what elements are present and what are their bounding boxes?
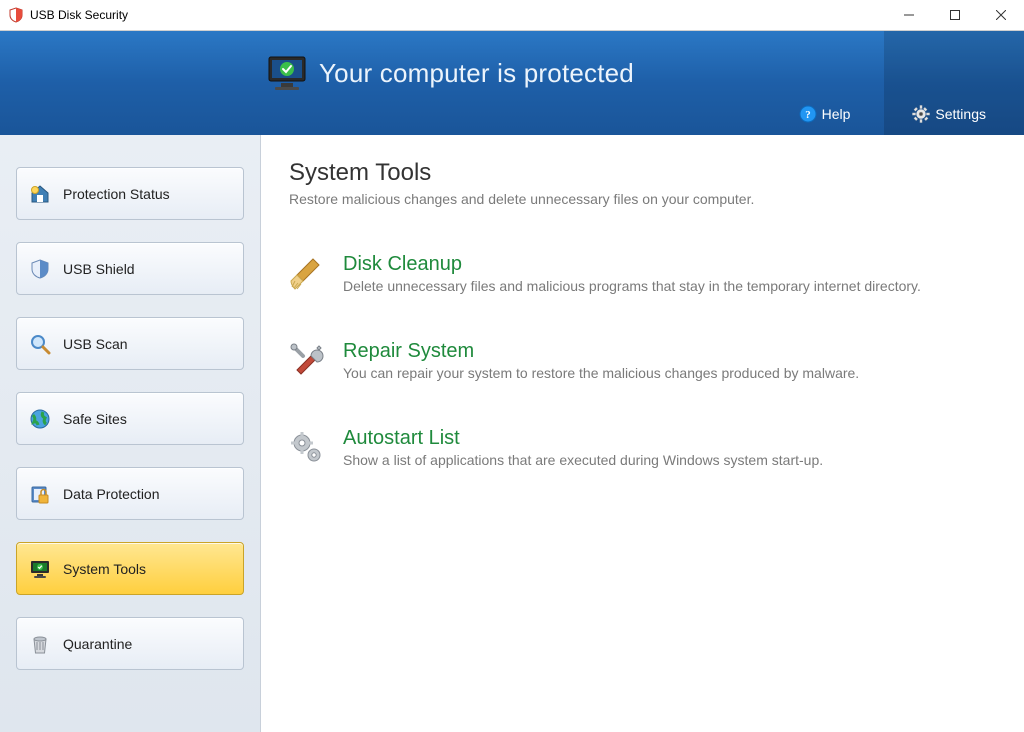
sidebar-item-label: Data Protection [63,486,160,502]
main-panel: System Tools Restore malicious changes a… [261,135,1024,732]
status-text: Your computer is protected [319,58,634,89]
sidebar-item-label: Safe Sites [63,411,127,427]
tool-desc: Delete unnecessary files and malicious p… [343,278,921,294]
sidebar-item-protection-status[interactable]: Protection Status [16,167,244,220]
minimize-button[interactable] [886,0,932,30]
status-banner: Your computer is protected ? Help [0,31,1024,135]
globe-icon [29,408,51,430]
sidebar-item-label: USB Shield [63,261,135,277]
home-shield-icon [29,183,51,205]
settings-button[interactable]: Settings [898,99,1000,129]
gear-icon [912,105,930,123]
sidebar-item-quarantine[interactable]: Quarantine [16,617,244,670]
monitor-check-icon [265,51,309,95]
tool-repair-system[interactable]: Repair System You can repair your system… [289,340,988,381]
trash-icon [29,633,51,655]
tool-title: Autostart List [343,427,823,450]
sidebar-item-label: USB Scan [63,336,128,352]
page-title: System Tools [289,159,988,187]
banner-status: Your computer is protected [265,51,634,95]
page-subtitle: Restore malicious changes and delete unn… [289,191,988,207]
close-button[interactable] [978,0,1024,30]
window-title: USB Disk Security [30,8,128,22]
sidebar-item-label: Quarantine [63,636,132,652]
magnifier-icon [29,333,51,355]
settings-label: Settings [935,106,986,122]
tool-disk-cleanup[interactable]: Disk Cleanup Delete unnecessary files an… [289,253,988,294]
tool-autostart-list[interactable]: Autostart List Show a list of applicatio… [289,427,988,468]
tool-desc: Show a list of applications that are exe… [343,452,823,468]
titlebar: USB Disk Security [0,0,1024,31]
svg-text:?: ? [805,109,811,121]
sidebar-item-data-protection[interactable]: Data Protection [16,467,244,520]
sidebar-item-system-tools[interactable]: System Tools [16,542,244,595]
tool-desc: You can repair your system to restore th… [343,365,859,381]
tool-title: Repair System [343,340,859,363]
gears-icon [289,429,325,465]
sidebar-item-label: Protection Status [63,186,170,202]
help-icon: ? [799,105,817,123]
tool-title: Disk Cleanup [343,253,921,276]
sidebar: Protection Status USB Shield USB Scan [0,135,261,732]
app-shield-icon [8,7,24,23]
sidebar-item-usb-shield[interactable]: USB Shield [16,242,244,295]
monitor-icon [29,558,51,580]
tools-icon [289,342,325,378]
sidebar-item-safe-sites[interactable]: Safe Sites [16,392,244,445]
help-label: Help [822,106,851,122]
broom-icon [289,255,325,291]
sidebar-item-label: System Tools [63,561,146,577]
maximize-button[interactable] [932,0,978,30]
sidebar-item-usb-scan[interactable]: USB Scan [16,317,244,370]
lock-file-icon [29,483,51,505]
shield-icon [29,258,51,280]
help-button[interactable]: ? Help [785,99,865,129]
